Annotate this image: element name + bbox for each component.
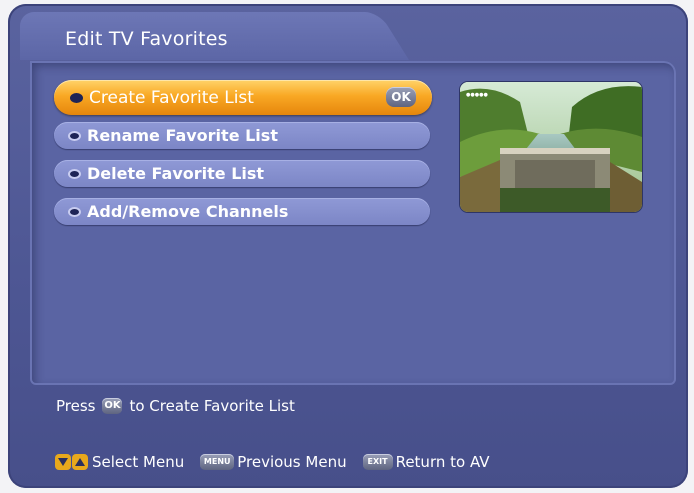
- menu-key-icon: MENU: [200, 454, 235, 470]
- ok-icon: OK: [386, 87, 416, 107]
- menu-item-delete-favorite-list[interactable]: Delete Favorite List: [54, 160, 430, 187]
- bullet-icon: [68, 130, 81, 141]
- footer-controls: Select Menu MENU Previous Menu EXIT Retu…: [55, 453, 506, 471]
- return-av-label: Return to AV: [395, 453, 490, 471]
- bullet-icon: [68, 168, 81, 179]
- previous-menu-control: MENU Previous Menu: [200, 453, 347, 471]
- page-title: Edit TV Favorites: [65, 28, 228, 50]
- video-preview: ●●●●●: [460, 82, 642, 212]
- menu-item-label: Rename Favorite List: [87, 126, 278, 145]
- menu-item-label: Add/Remove Channels: [87, 202, 289, 221]
- previous-menu-label: Previous Menu: [237, 453, 347, 471]
- bullet-icon: [68, 206, 81, 217]
- menu-item-label: Delete Favorite List: [87, 164, 265, 183]
- menu-item-add-remove-channels[interactable]: Add/Remove Channels: [54, 198, 430, 225]
- menu-item-create-favorite-list[interactable]: Create Favorite List OK: [54, 80, 432, 115]
- return-av-control: EXIT Return to AV: [362, 453, 490, 471]
- svg-text:●●●●●: ●●●●●: [466, 92, 488, 98]
- preview-scene-image: ●●●●●: [460, 82, 642, 212]
- hint-suffix: to Create Favorite List: [129, 397, 295, 415]
- bullet-icon: [70, 92, 83, 103]
- menu-item-rename-favorite-list[interactable]: Rename Favorite List: [54, 122, 430, 149]
- exit-key-icon: EXIT: [362, 454, 393, 470]
- ok-key-icon: OK: [102, 398, 123, 414]
- tv-screen: Edit TV Favorites Create Favorite List O…: [8, 4, 688, 488]
- select-menu-control: Select Menu: [55, 453, 184, 471]
- up-arrow-icon: [72, 454, 88, 470]
- hint-text: Press OK to Create Favorite List: [56, 397, 295, 415]
- down-arrow-icon: [55, 454, 71, 470]
- menu-item-label: Create Favorite List: [89, 87, 254, 108]
- hint-prefix: Press: [56, 397, 96, 415]
- select-menu-label: Select Menu: [92, 453, 185, 471]
